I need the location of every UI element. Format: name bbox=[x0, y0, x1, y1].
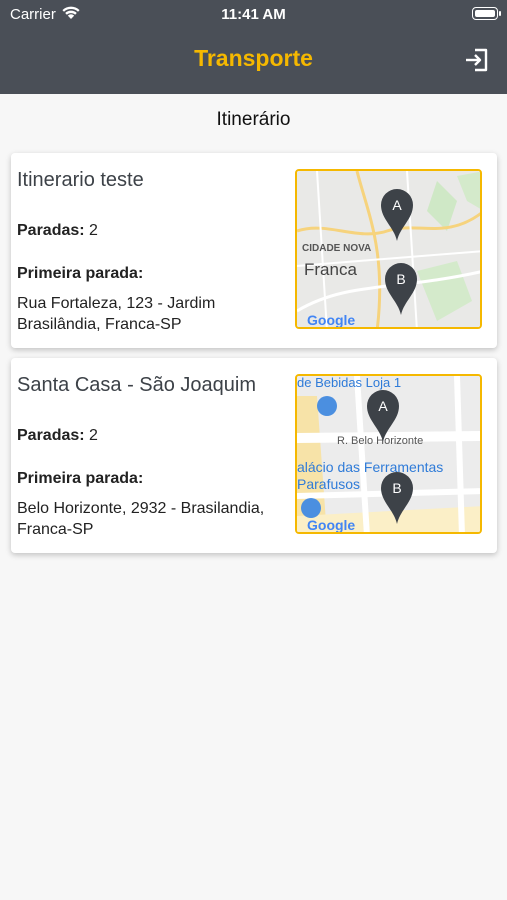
battery-icon bbox=[472, 7, 501, 20]
first-stop-address: Belo Horizonte, 2932 - Brasilandia, Fran… bbox=[17, 500, 265, 538]
logout-icon bbox=[466, 48, 488, 72]
section-title: Itinerário bbox=[216, 109, 291, 130]
svg-text:A: A bbox=[378, 398, 388, 414]
clock: 11:41 AM bbox=[221, 6, 286, 23]
svg-text:B: B bbox=[392, 480, 401, 496]
google-logo: Google bbox=[307, 517, 355, 533]
map-label: Parafusos bbox=[297, 476, 360, 492]
stops-count: Paradas: 2 bbox=[17, 222, 98, 240]
first-stop-label: Primeira parada: bbox=[17, 470, 144, 487]
stops-value: 2 bbox=[89, 427, 98, 444]
logout-button[interactable] bbox=[463, 47, 491, 73]
map-label: Franca bbox=[304, 260, 357, 279]
shop-icon bbox=[317, 396, 337, 416]
route-map[interactable]: CIDADE NOVA Franca A B Google bbox=[295, 169, 482, 329]
stops-value: 2 bbox=[89, 222, 98, 239]
map-label: R. Belo Horizonte bbox=[337, 435, 423, 447]
navigation-bar: Carrier 11:41 AM Transporte bbox=[0, 0, 507, 94]
svg-text:B: B bbox=[396, 271, 405, 287]
shop-icon bbox=[301, 498, 321, 518]
map-label: de Bebidas Loja 1 bbox=[297, 376, 401, 390]
map-label: alácio das Ferramentas bbox=[297, 459, 443, 475]
first-stop-label: Primeira parada: bbox=[17, 265, 144, 282]
route-map[interactable]: de Bebidas Loja 1 R. Belo Horizonte alác… bbox=[295, 374, 482, 534]
map-label: CIDADE NOVA bbox=[302, 243, 371, 254]
itinerary-name: Itinerario teste bbox=[17, 169, 144, 191]
app-title: Transporte bbox=[194, 45, 313, 71]
stops-label: Paradas: bbox=[17, 427, 85, 444]
itinerary-card[interactable]: Santa Casa - São Joaquim Paradas: 2 Prim… bbox=[11, 358, 497, 553]
svg-text:A: A bbox=[392, 197, 402, 213]
stops-label: Paradas: bbox=[17, 222, 85, 239]
itinerary-name: Santa Casa - São Joaquim bbox=[17, 374, 257, 396]
google-logo: Google bbox=[307, 312, 355, 328]
first-stop-address: Rua Fortaleza, 123 - Jardim Brasilândia,… bbox=[17, 295, 216, 333]
status-bar: Carrier 11:41 AM bbox=[0, 0, 507, 30]
itinerary-card[interactable]: Itinerario teste Paradas: 2 Primeira par… bbox=[11, 153, 497, 348]
stops-count: Paradas: 2 bbox=[17, 427, 98, 445]
